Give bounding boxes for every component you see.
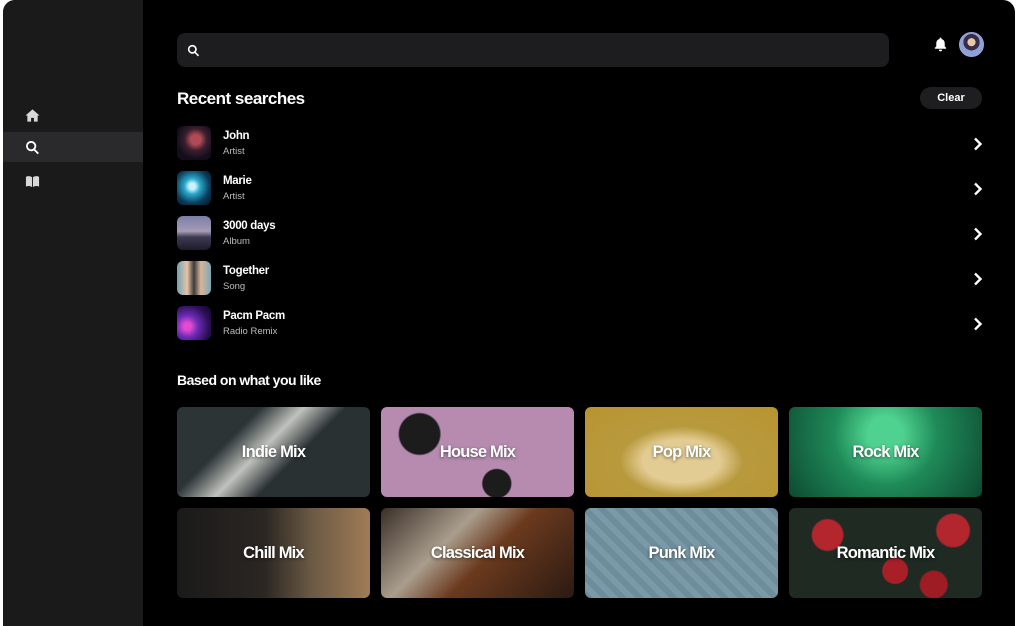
library-icon: [25, 175, 40, 187]
bell-icon: [934, 37, 947, 52]
search-icon: [26, 140, 39, 154]
search-icon: [187, 44, 200, 56]
recent-item-john[interactable]: John Artist: [177, 126, 985, 162]
chevron-right-icon: [973, 227, 983, 241]
recent-item-pacm-pacm[interactable]: Pacm Pacm Radio Remix: [177, 306, 985, 342]
recent-item-name: Marie: [223, 175, 252, 187]
thumbnail: [177, 306, 211, 340]
chevron-right-icon: [973, 137, 983, 151]
mix-card-chill[interactable]: Chill Mix: [177, 508, 370, 598]
mix-label: Punk Mix: [648, 543, 715, 562]
recent-item-name: 3000 days: [223, 220, 276, 232]
recent-item-type: Album: [223, 236, 250, 247]
notifications-button[interactable]: [933, 36, 948, 52]
recent-item-type: Song: [223, 281, 246, 292]
recent-item-type: Radio Remix: [223, 326, 278, 337]
search-input[interactable]: [208, 41, 889, 59]
recent-item-name: John: [223, 130, 250, 142]
recent-item-type: Artist: [223, 191, 245, 202]
avatar[interactable]: [959, 32, 984, 57]
sidebar-item-home[interactable]: [3, 100, 143, 130]
mix-card-romantic[interactable]: Romantic Mix: [789, 508, 982, 598]
chevron-right-icon: [973, 182, 983, 196]
mix-card-house[interactable]: House Mix: [381, 407, 574, 497]
mix-label: Classical Mix: [430, 543, 525, 562]
sidebar-item-library[interactable]: [3, 166, 143, 196]
thumbnail: [177, 261, 211, 295]
recent-item-name: Together: [223, 265, 269, 277]
thumbnail: [177, 126, 211, 160]
search-bar[interactable]: [177, 33, 889, 67]
chevron-right-icon: [973, 317, 983, 331]
chevron-right-icon: [973, 272, 983, 286]
sidebar-item-search[interactable]: [3, 132, 143, 162]
thumbnail: [177, 171, 211, 205]
recent-item-3000-days[interactable]: 3000 days Album: [177, 216, 985, 252]
recent-item-name: Pacm Pacm: [223, 310, 285, 322]
recent-item-marie[interactable]: Marie Artist: [177, 171, 985, 207]
mix-label: Indie Mix: [241, 442, 306, 461]
clear-button[interactable]: Clear: [920, 87, 982, 109]
mix-card-classical[interactable]: Classical Mix: [381, 508, 574, 598]
mix-label: Chill Mix: [243, 543, 304, 562]
home-icon: [25, 108, 40, 122]
thumbnail: [177, 216, 211, 250]
mix-label: Pop Mix: [652, 442, 711, 461]
based-on-title: Based on what you like: [177, 372, 321, 388]
mix-card-indie[interactable]: Indie Mix: [177, 407, 370, 497]
recent-item-type: Artist: [223, 146, 245, 157]
mix-label: House Mix: [439, 442, 516, 461]
app-window: Recent searches Clear John Artist Marie …: [3, 0, 1015, 626]
recent-item-together[interactable]: Together Song: [177, 261, 985, 297]
mix-label: Rock Mix: [852, 442, 919, 461]
sidebar: [3, 0, 143, 626]
mix-card-punk[interactable]: Punk Mix: [585, 508, 778, 598]
mix-card-rock[interactable]: Rock Mix: [789, 407, 982, 497]
recent-searches-title: Recent searches: [177, 89, 305, 108]
mix-label: Romantic Mix: [836, 543, 935, 562]
mix-card-pop[interactable]: Pop Mix: [585, 407, 778, 497]
